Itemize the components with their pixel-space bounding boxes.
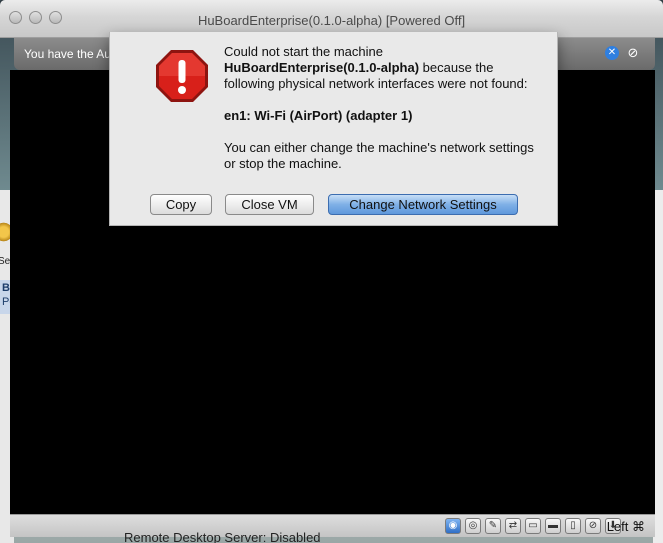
machine-name: HuBoardEnterprise(0.1.0-alpha)	[224, 60, 420, 75]
copy-button[interactable]: Copy	[150, 194, 212, 215]
mouse-integration-icon[interactable]: ⊘	[585, 518, 601, 534]
status-bar: ◉ ◎ ✎ ⇄ ▭ ▬ ▯ ⊘ ⬇ Left ⌘	[10, 514, 655, 537]
stop-icon	[156, 50, 208, 102]
hard-disk-icon[interactable]: ◉	[445, 518, 461, 534]
usb-icon[interactable]: ✎	[485, 518, 501, 534]
optical-disk-icon[interactable]: ◎	[465, 518, 481, 534]
dialog-line-2: HuBoardEnterprise(0.1.0-alpha) because t…	[224, 60, 528, 91]
video-capture-icon[interactable]: ▯	[565, 518, 581, 534]
window-title: HuBoardEnterprise(0.1.0-alpha) [Powered …	[197, 13, 466, 28]
dialog-message: Could not start the machine HuBoardEnter…	[224, 44, 544, 172]
dialog-line-1: Could not start the machine	[224, 44, 383, 59]
host-key-label: Left ⌘	[606, 519, 645, 534]
error-dialog: Could not start the machine HuBoardEnter…	[109, 32, 558, 226]
network-icon[interactable]: ⇄	[505, 518, 521, 534]
change-network-settings-button[interactable]: Change Network Settings	[328, 194, 518, 215]
background-detail-text: Remote Desktop Server: Disabled	[124, 530, 321, 543]
shared-folder-icon[interactable]: ▭	[525, 518, 541, 534]
interface-name: en1: Wi-Fi (AirPort) (adapter 1)	[224, 108, 413, 123]
close-icon[interactable]: ✕	[605, 46, 619, 60]
close-vm-button[interactable]: Close VM	[225, 194, 314, 215]
dialog-line-3: You can either change the machine's netw…	[224, 140, 534, 171]
mute-icon[interactable]: ⊘	[625, 45, 641, 61]
display-icon[interactable]: ▬	[545, 518, 561, 534]
